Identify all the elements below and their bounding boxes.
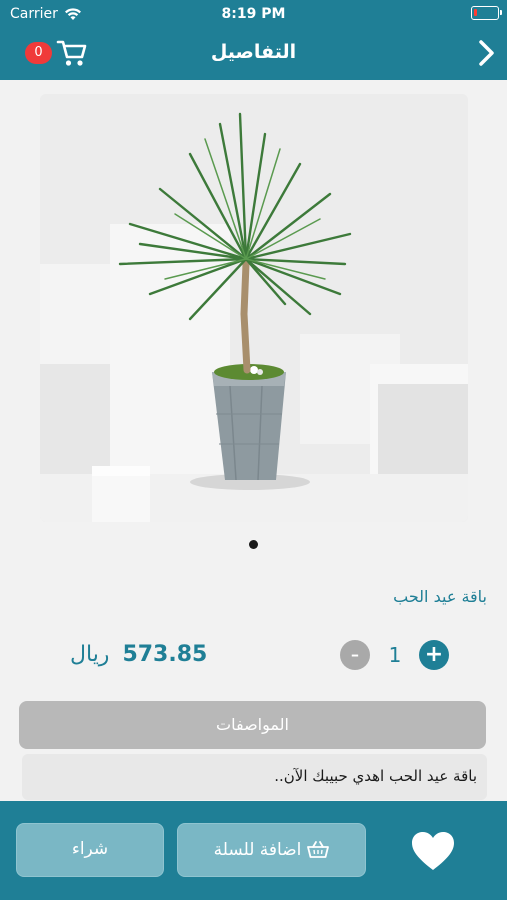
battery-icon [471,6,502,20]
buy-button[interactable]: شراء [16,823,164,877]
product-name: باقة عيد الحب [393,587,487,606]
cart-count-badge: 0 [25,42,52,64]
decrease-quantity-button[interactable]: - [340,640,370,670]
price-currency: ريال [70,642,110,667]
carousel-page-indicator[interactable] [249,540,258,549]
chevron-right-icon [479,40,494,66]
basket-icon [307,841,330,858]
specifications-tab[interactable]: المواصفات [19,701,486,749]
status-time: 8:19 PM [221,6,286,22]
plant-illustration [40,94,468,522]
price-value: 573.85 [122,642,208,667]
favorite-button[interactable] [410,830,456,872]
back-button[interactable] [473,38,499,68]
navigation-bar: التفاصيل 0 [0,28,507,80]
add-to-cart-button[interactable]: اضافة للسلة [177,823,366,877]
heart-icon [412,832,454,870]
cart-button[interactable] [56,38,88,68]
increase-quantity-button[interactable]: + [419,640,449,670]
product-price: 573.85 ريال [70,642,207,667]
quantity-value: 1 [388,643,402,667]
status-bar: Carrier 8:19 PM [0,0,507,28]
add-to-cart-label: اضافة للسلة [213,840,302,860]
specifications-description: باقة عيد الحب اهدي حبيبك الآن.. [22,754,487,800]
cart-icon [56,40,87,66]
product-image[interactable] [40,94,468,522]
